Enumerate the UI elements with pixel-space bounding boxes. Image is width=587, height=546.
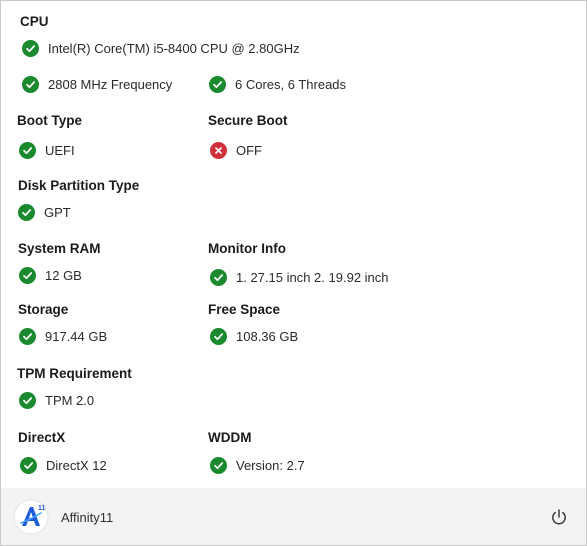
disk-partition-heading: Disk Partition Type xyxy=(18,178,140,193)
app-name: Affinity11 xyxy=(61,510,114,525)
wddm-value: Version: 2.7 xyxy=(236,457,305,473)
check-icon xyxy=(209,75,226,93)
tpm-heading: TPM Requirement xyxy=(17,366,132,381)
check-icon xyxy=(210,327,227,345)
secure-boot-row: OFF xyxy=(210,140,262,160)
cpu-frequency-row: 2808 MHz Frequency xyxy=(22,74,172,94)
check-icon xyxy=(22,39,39,57)
check-icon xyxy=(19,266,36,284)
disk-partition-row: GPT xyxy=(18,202,71,222)
logo-badge: 11 xyxy=(38,505,46,512)
check-icon xyxy=(19,391,36,409)
system-ram-row: 12 GB xyxy=(19,265,82,285)
boot-type-value: UEFI xyxy=(45,142,75,158)
app-window: CPU Intel(R) Core(TM) i5-8400 CPU @ 2.80… xyxy=(0,0,587,546)
storage-value: 917.44 GB xyxy=(45,328,108,344)
system-ram-value: 12 GB xyxy=(45,267,82,283)
check-icon xyxy=(19,327,36,345)
wddm-row: Version: 2.7 xyxy=(210,455,305,475)
free-space-heading: Free Space xyxy=(208,302,281,317)
tpm-row: TPM 2.0 xyxy=(19,390,94,410)
disk-partition-value: GPT xyxy=(44,204,71,220)
check-icon xyxy=(18,203,35,221)
cpu-model-row: Intel(R) Core(TM) i5-8400 CPU @ 2.80GHz xyxy=(22,38,300,58)
boot-type-heading: Boot Type xyxy=(17,113,82,128)
cpu-frequency-value: 2808 MHz Frequency xyxy=(48,76,173,92)
tpm-value: TPM 2.0 xyxy=(45,392,95,408)
monitor-info-row: 1. 27.15 inch 2. 19.92 inch xyxy=(210,267,389,287)
cpu-cores-row: 6 Cores, 6 Threads xyxy=(209,74,346,94)
storage-row: 917.44 GB xyxy=(19,326,107,346)
secure-boot-heading: Secure Boot xyxy=(208,113,288,128)
free-space-value: 108.36 GB xyxy=(236,328,299,344)
monitor-info-value: 1. 27.15 inch 2. 19.92 inch xyxy=(236,269,389,285)
check-icon xyxy=(22,75,39,93)
secure-boot-value: OFF xyxy=(236,142,262,158)
cpu-heading: CPU xyxy=(20,14,49,29)
check-icon xyxy=(210,456,227,474)
app-logo: 11 xyxy=(13,499,49,535)
check-icon xyxy=(20,456,37,474)
free-space-row: 108.36 GB xyxy=(210,326,298,346)
directx-row: DirectX 12 xyxy=(20,455,107,475)
check-icon xyxy=(19,141,36,159)
cross-icon xyxy=(210,141,227,159)
power-icon[interactable] xyxy=(550,508,568,526)
boot-type-row: UEFI xyxy=(19,140,75,160)
monitor-info-heading: Monitor Info xyxy=(208,241,286,256)
wddm-heading: WDDM xyxy=(208,430,252,445)
cpu-model-value: Intel(R) Core(TM) i5-8400 CPU @ 2.80GHz xyxy=(48,40,300,56)
check-icon xyxy=(210,268,227,286)
footer-bar: 11 Affinity11 xyxy=(1,488,586,545)
storage-heading: Storage xyxy=(18,302,69,317)
directx-value: DirectX 12 xyxy=(46,457,107,473)
system-ram-heading: System RAM xyxy=(18,241,101,256)
directx-heading: DirectX xyxy=(18,430,66,445)
cpu-cores-value: 6 Cores, 6 Threads xyxy=(235,76,347,92)
